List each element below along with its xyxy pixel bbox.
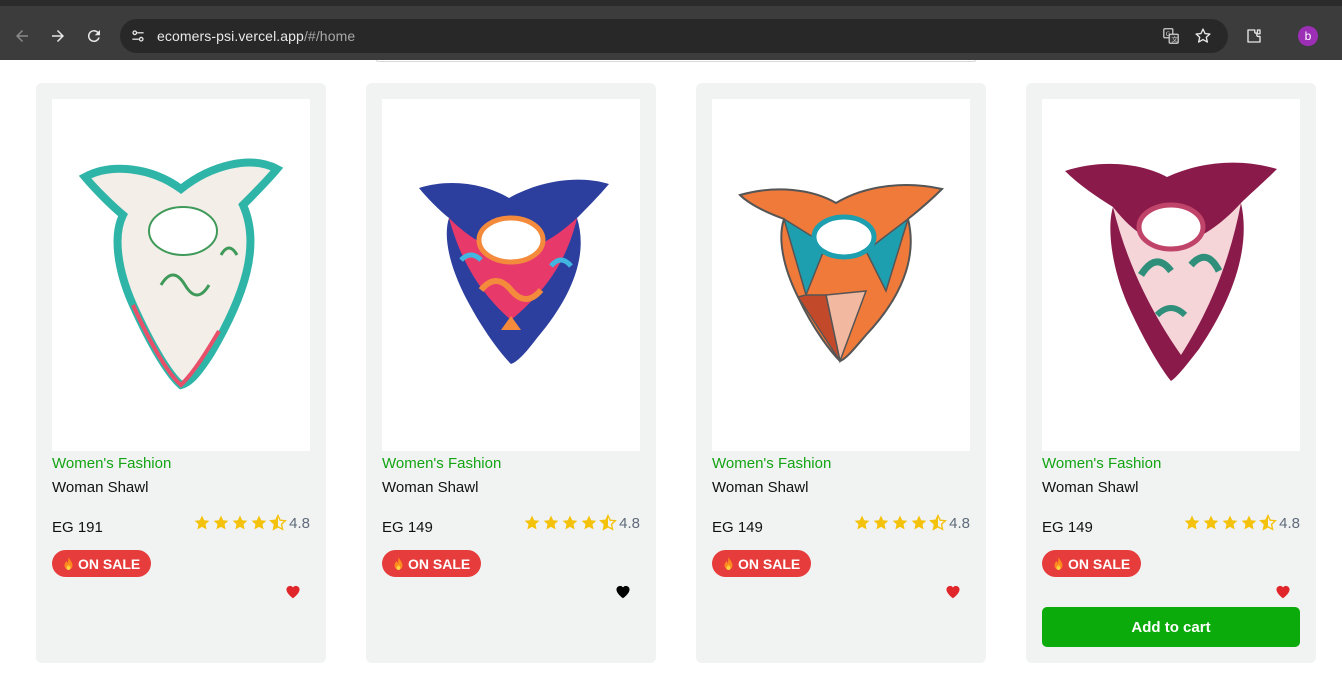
product-image[interactable] [52, 99, 310, 451]
url-text[interactable]: ecomers-psi.vercel.app/#/home [157, 28, 355, 44]
address-bar[interactable]: ecomers-psi.vercel.app/#/home G文 [120, 19, 1228, 53]
sale-label: ON SALE [1068, 555, 1131, 572]
svg-text:G: G [1166, 31, 1171, 38]
arrow-left-icon [16, 30, 28, 42]
puzzle-icon [1247, 29, 1261, 43]
star-icon [524, 515, 540, 530]
rating-stars [193, 514, 288, 532]
on-sale-badge: ON SALE [52, 550, 152, 577]
star-icon [213, 515, 229, 530]
on-sale-badge: ON SALE [712, 550, 812, 577]
product-card[interactable]: Women's Fashion Woman Shawl EG 149 4.8 O… [696, 83, 986, 663]
product-name[interactable]: Woman Shawl [382, 479, 478, 496]
back-button[interactable] [10, 24, 34, 48]
rating-value: 4.8 [619, 514, 640, 532]
rating-value: 4.8 [1279, 514, 1300, 532]
scarf-image [738, 184, 944, 364]
sale-label: ON SALE [738, 555, 801, 572]
product-price: EG 149 [712, 519, 763, 536]
wishlist-heart-icon[interactable] [614, 583, 632, 599]
star-icon [543, 515, 559, 530]
fire-icon [724, 556, 733, 570]
product-price: EG 191 [52, 519, 103, 536]
tab-strip [0, 0, 1342, 6]
half-star-icon [1259, 514, 1278, 531]
scarf-image [1065, 162, 1277, 381]
fire-icon [394, 556, 403, 570]
product-grid: Women's Fashion Woman Shawl EG 191 4.8 O… [36, 83, 1316, 663]
star-icon [854, 515, 870, 530]
product-name[interactable]: Woman Shawl [52, 479, 148, 496]
product-image[interactable] [712, 99, 970, 451]
scarf-image [419, 179, 609, 364]
star-icon [194, 515, 210, 530]
reload-button[interactable] [82, 24, 106, 48]
rating-value: 4.8 [949, 514, 970, 532]
scarf-image [78, 158, 284, 390]
fire-icon [1054, 556, 1063, 570]
svg-text:文: 文 [1171, 34, 1178, 43]
sale-label: ON SALE [78, 555, 141, 572]
rating-stars [1183, 514, 1278, 532]
add-to-cart-button[interactable]: Add to cart [1042, 607, 1300, 647]
browser-toolbar: ecomers-psi.vercel.app/#/home G文 b [0, 0, 1342, 60]
product-card[interactable]: Women's Fashion Woman Shawl EG 191 4.8 O… [36, 83, 326, 663]
star-icon [1203, 515, 1219, 530]
product-rating: 4.8 [1183, 514, 1300, 532]
product-name[interactable]: Woman Shawl [712, 479, 808, 496]
search-bar-edge [376, 60, 976, 62]
product-card[interactable]: Women's Fashion Woman Shawl EG 149 4.8 O… [1026, 83, 1316, 663]
product-name[interactable]: Woman Shawl [1042, 479, 1138, 496]
star-icon [1184, 515, 1200, 530]
bookmark-star-icon[interactable] [1194, 27, 1212, 45]
star-icon [1222, 515, 1238, 530]
rating-value: 4.8 [289, 514, 310, 532]
product-rating: 4.8 [523, 514, 640, 532]
rating-stars [853, 514, 948, 532]
star-icon [251, 515, 267, 530]
rating-stars [523, 514, 618, 532]
url-host: ecomers-psi.vercel.app [157, 28, 304, 44]
wishlist-heart-icon[interactable] [284, 583, 302, 599]
wishlist-heart-icon[interactable] [1274, 583, 1292, 599]
product-category[interactable]: Women's Fashion [382, 455, 501, 472]
star-icon [1241, 515, 1257, 530]
translate-icon[interactable]: G文 [1162, 27, 1180, 45]
star-icon [581, 515, 597, 530]
on-sale-badge: ON SALE [1042, 550, 1142, 577]
half-star-icon [929, 514, 948, 531]
product-price: EG 149 [1042, 519, 1093, 536]
star-icon [232, 515, 248, 530]
url-path: /#/home [303, 28, 356, 44]
product-rating: 4.8 [193, 514, 310, 532]
product-category[interactable]: Women's Fashion [712, 455, 831, 472]
product-category[interactable]: Women's Fashion [1042, 455, 1161, 472]
product-image[interactable] [1042, 99, 1300, 451]
half-star-icon [269, 514, 288, 531]
product-price: EG 149 [382, 519, 433, 536]
reload-icon [87, 30, 100, 43]
site-info-icon[interactable] [129, 27, 147, 45]
product-card[interactable]: Women's Fashion Woman Shawl EG 149 4.8 O… [366, 83, 656, 663]
product-image[interactable] [382, 99, 640, 451]
star-icon [892, 515, 908, 530]
extensions-button[interactable] [1242, 24, 1266, 48]
forward-button[interactable] [46, 24, 70, 48]
star-icon [562, 515, 578, 530]
wishlist-heart-icon[interactable] [944, 583, 962, 599]
product-category[interactable]: Women's Fashion [52, 455, 171, 472]
half-star-icon [599, 514, 618, 531]
on-sale-badge: ON SALE [382, 550, 482, 577]
star-icon [873, 515, 889, 530]
product-rating: 4.8 [853, 514, 970, 532]
arrow-right-icon [52, 30, 64, 42]
star-icon [911, 515, 927, 530]
profile-avatar[interactable]: b [1298, 26, 1318, 46]
sale-label: ON SALE [408, 555, 471, 572]
fire-icon [64, 556, 73, 570]
